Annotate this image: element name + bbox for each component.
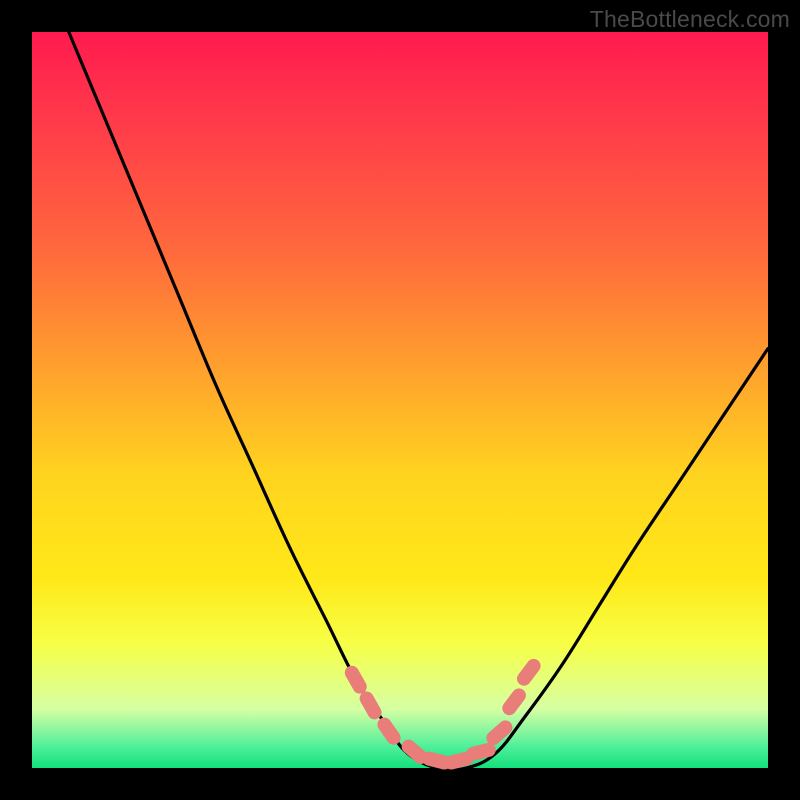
watermark-text: TheBottleneck.com (590, 6, 790, 33)
plot-area (32, 32, 768, 768)
curve-marker (499, 686, 528, 718)
bottleneck-curve (69, 32, 768, 770)
curve-marker (342, 663, 369, 696)
outer-frame: TheBottleneck.com (0, 0, 800, 800)
curve-markers (342, 656, 543, 771)
bottleneck-chart (32, 32, 768, 768)
curve-marker (514, 656, 543, 688)
